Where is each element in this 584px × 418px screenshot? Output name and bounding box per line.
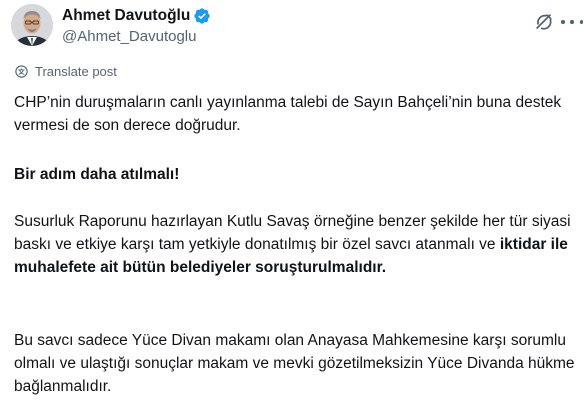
display-name-row: Ahmet Davutoğlu — [62, 6, 211, 26]
more-dot — [579, 20, 583, 24]
translate-label: Translate post — [35, 64, 117, 79]
author-avatar[interactable] — [11, 4, 53, 46]
author-handle[interactable]: @Ahmet_Davutoglu — [62, 28, 211, 45]
post-paragraph: Bu savcı sadece Yüce Divan makamı olan A… — [14, 332, 575, 395]
post-header: Ahmet Davutoğlu @Ahmet_Davutoglu — [11, 4, 583, 48]
translate-post-link[interactable]: Translate post — [14, 64, 117, 79]
more-dot — [570, 20, 574, 24]
post-paragraph: Susurluk Raporunu hazırlayan Kutlu Savaş… — [14, 210, 576, 279]
post-text-segment: Susurluk Raporunu hazırlayan Kutlu Savaş… — [14, 213, 571, 253]
translate-icon — [15, 65, 28, 78]
author-names: Ahmet Davutoğlu @Ahmet_Davutoglu — [62, 6, 211, 45]
verified-badge-icon[interactable] — [193, 7, 211, 25]
grok-icon[interactable] — [533, 11, 555, 33]
author-display-name[interactable]: Ahmet Davutoğlu — [62, 7, 190, 25]
avatar-photo — [11, 4, 53, 46]
more-options-icon[interactable] — [561, 14, 583, 30]
post-paragraph: CHP’nin duruşmaların canlı yayınlanma ta… — [14, 94, 562, 134]
more-dot — [561, 20, 565, 24]
post-paragraph-emphasis: Bir adım daha atılmalı! — [14, 166, 180, 183]
